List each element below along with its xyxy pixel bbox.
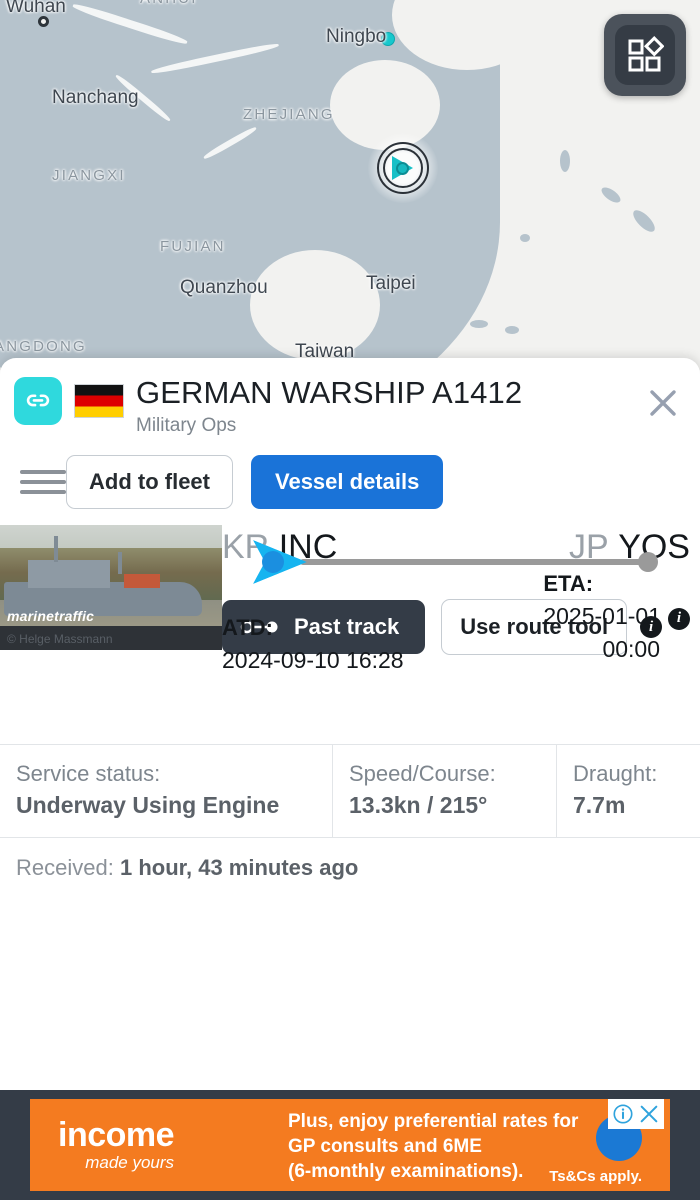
ad-controls — [608, 1099, 664, 1129]
map-island — [599, 184, 623, 206]
ad-tagline: made yours — [85, 1153, 175, 1172]
map-label-nanchang: Nanchang — [52, 87, 139, 108]
ad-logo: income made yours — [58, 1116, 175, 1173]
ad-copy-line-1: Plus, enjoy preferential rates for — [288, 1111, 579, 1132]
map-label-guangdong: ANGDONG — [0, 338, 87, 355]
marker-core-dot — [396, 162, 409, 175]
german-flag — [74, 384, 124, 418]
ad-info-icon[interactable] — [612, 1103, 634, 1125]
stat-draught: Draught: 7.7m — [556, 745, 700, 837]
vessel-details-button[interactable]: Vessel details — [251, 455, 444, 509]
page-title: GERMAN WARSHIP A1412 — [136, 375, 523, 410]
map-canvas[interactable]: Wuhan Nanchang JIANGXI FUJIAN Quanzhou A… — [0, 0, 700, 370]
received-label: Received: — [16, 855, 114, 880]
map-island — [629, 206, 659, 236]
ad-copy-line-3: (6-monthly examinations). — [288, 1161, 524, 1182]
vessel-info-panel: GERMAN WARSHIP A1412 Military Ops Add to… — [0, 358, 700, 1110]
layers-icon — [615, 25, 675, 85]
progress-track[interactable] — [300, 559, 644, 565]
ad-copy-line-2: GP consults and 6ME — [288, 1136, 482, 1157]
vessel-position-marker[interactable] — [368, 133, 438, 203]
eta-time: 00:00 — [602, 636, 660, 662]
map-island — [470, 320, 488, 328]
advertisement-container: income made yours Plus, enjoy preferenti… — [0, 1090, 700, 1200]
stat-label: Draught: — [573, 761, 658, 786]
map-label-taipei: Taipei — [366, 273, 416, 294]
atd-value: 2024-09-10 16:28 — [222, 647, 404, 673]
hamburger-menu-icon[interactable] — [14, 470, 66, 494]
vessel-subtitle: Military Ops — [136, 415, 237, 436]
vessel-progress-dot — [262, 551, 284, 573]
map-label-anhui: ANHUI — [140, 0, 198, 7]
photo-watermark: marinetraffic — [7, 608, 95, 624]
received-row: Received: 1 hour, 43 minutes ago — [0, 838, 700, 899]
ad-copy: Plus, enjoy preferential rates for GP co… — [288, 1109, 578, 1184]
map-island — [520, 234, 530, 242]
atd-block: ATD: 2024-09-10 16:28 — [222, 615, 404, 674]
map-label-fujian: FUJIAN — [160, 238, 226, 255]
map-label-quanzhou: Quanzhou — [180, 277, 268, 298]
stat-label: Speed/Course: — [349, 761, 496, 786]
link-icon[interactable] — [14, 377, 62, 425]
marinetraffic-vessel-screen: Wuhan Nanchang JIANGXI FUJIAN Quanzhou A… — [0, 0, 700, 1200]
eta-date: 2025-01-01 — [543, 603, 661, 629]
stat-service-status: Service status: Underway Using Engine — [0, 745, 332, 837]
map-label-jiangxi: JIANGXI — [52, 167, 126, 184]
map-label-zhejiang: ZHEJIANG — [243, 106, 335, 123]
map-label-ningbo: Ningbo — [326, 26, 387, 47]
stat-speed-course: Speed/Course: 13.3kn / 215° — [332, 745, 556, 837]
map-island — [505, 326, 519, 334]
vessel-stats-row: Service status: Underway Using Engine Sp… — [0, 744, 700, 838]
stat-label: Service status: — [16, 761, 161, 786]
ad-terms: Ts&Cs apply. — [549, 1168, 642, 1185]
ad-close-icon[interactable] — [638, 1103, 660, 1125]
eta-date-row: 2025-01-01 i — [543, 603, 690, 630]
stat-value: 13.3kn / 215° — [349, 792, 488, 818]
advertisement-banner[interactable]: income made yours Plus, enjoy preferenti… — [30, 1099, 670, 1191]
stat-value: 7.7m — [573, 792, 626, 818]
received-value: 1 hour, 43 minutes ago — [119, 855, 359, 880]
map-island — [560, 150, 570, 172]
progress-end-handle[interactable] — [638, 552, 658, 572]
ad-brand: income — [58, 1116, 175, 1154]
vessel-title-block: GERMAN WARSHIP A1412 Military Ops — [136, 374, 640, 439]
info-icon[interactable]: i — [668, 607, 690, 630]
add-to-fleet-button[interactable]: Add to fleet — [66, 455, 233, 509]
layers-button[interactable] — [604, 14, 686, 96]
voyage-progress-slider[interactable] — [0, 531, 700, 593]
photo-credit: © Helge Massmann — [7, 632, 113, 646]
panel-header: GERMAN WARSHIP A1412 Military Ops — [0, 358, 700, 439]
panel-actions: Add to fleet Vessel details — [0, 439, 700, 513]
voyage-section: marinetraffic © Helge Massmann KR INC JP… — [0, 513, 700, 728]
stat-value: Underway Using Engine — [16, 792, 280, 818]
close-icon[interactable] — [640, 380, 686, 426]
atd-label: ATD: — [222, 615, 273, 640]
map-label-wuhan: Wuhan — [6, 0, 66, 17]
